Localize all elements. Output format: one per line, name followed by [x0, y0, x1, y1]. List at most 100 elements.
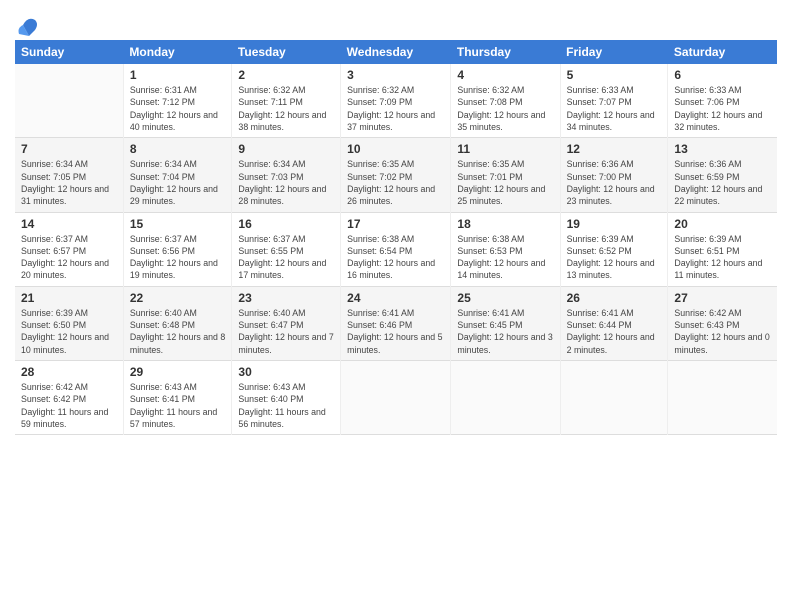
day-number: 16 — [238, 217, 334, 231]
page: SundayMondayTuesdayWednesdayThursdayFrid… — [0, 0, 792, 612]
day-info: Sunrise: 6:32 AM Sunset: 7:08 PM Dayligh… — [457, 84, 553, 133]
day-info: Sunrise: 6:37 AM Sunset: 6:56 PM Dayligh… — [130, 233, 226, 282]
calendar-cell: 8Sunrise: 6:34 AM Sunset: 7:04 PM Daylig… — [123, 138, 232, 212]
calendar-cell: 30 Sunrise: 6:43 AM Sunset: 6:40 PM Dayli… — [232, 361, 341, 435]
day-number: 23 — [238, 291, 334, 305]
day-info: Sunrise: 6:39 AM Sunset: 6:51 PM Dayligh… — [674, 233, 771, 282]
day-number: 11 — [457, 142, 553, 156]
day-number: 27 — [674, 291, 771, 305]
day-info: Sunrise: 6:38 AM Sunset: 6:53 PM Dayligh… — [457, 233, 553, 282]
day-info: Sunrise: 6:37 AM Sunset: 6:57 PM Dayligh… — [21, 233, 117, 282]
day-number: 28 — [21, 365, 117, 379]
col-header-sunday: Sunday — [15, 40, 123, 64]
day-info: Sunrise: 6:43 AM Sunset: 6:41 PM Dayligh… — [130, 381, 226, 430]
day-info: Sunrise: 6:38 AM Sunset: 6:54 PM Dayligh… — [347, 233, 444, 282]
calendar-cell: 10 Sunrise: 6:35 AM Sunset: 7:02 PM Dayli… — [341, 138, 451, 212]
day-info: Sunrise: 6:32 AM Sunset: 7:09 PM Dayligh… — [347, 84, 444, 133]
day-info: Sunrise: 6:39 AM Sunset: 6:52 PM Dayligh… — [567, 233, 662, 282]
calendar-cell: 26 Sunrise: 6:41 AM Sunset: 6:44 PM Dayli… — [560, 286, 668, 360]
day-number: 24 — [347, 291, 444, 305]
day-number: 26 — [567, 291, 662, 305]
day-number: 4 — [457, 68, 553, 82]
day-info: Sunrise: 6:41 AM Sunset: 6:46 PM Dayligh… — [347, 307, 444, 356]
col-header-saturday: Saturday — [668, 40, 777, 64]
day-number: 20 — [674, 217, 771, 231]
calendar-cell: 21Sunrise: 6:39 AM Sunset: 6:50 PM Dayli… — [15, 286, 123, 360]
calendar-cell — [451, 361, 560, 435]
day-info: Sunrise: 6:41 AM Sunset: 6:45 PM Dayligh… — [457, 307, 553, 356]
calendar-cell: 20 Sunrise: 6:39 AM Sunset: 6:51 PM Dayli… — [668, 212, 777, 286]
calendar-cell: 1 Sunrise: 6:31 AM Sunset: 7:12 PM Daylig… — [123, 64, 232, 138]
calendar-week-row: 7 Sunrise: 6:34 AM Sunset: 7:05 PM Daylig… — [15, 138, 777, 212]
day-info: Sunrise: 6:34 AM Sunset: 7:04 PM Dayligh… — [130, 158, 226, 207]
day-info: Sunrise: 6:31 AM Sunset: 7:12 PM Dayligh… — [130, 84, 226, 133]
calendar-cell: 6Sunrise: 6:33 AM Sunset: 7:06 PM Daylig… — [668, 64, 777, 138]
calendar-cell — [341, 361, 451, 435]
day-number: 15 — [130, 217, 226, 231]
calendar-cell: 2Sunrise: 6:32 AM Sunset: 7:11 PM Daylig… — [232, 64, 341, 138]
day-number: 9 — [238, 142, 334, 156]
calendar-header-row: SundayMondayTuesdayWednesdayThursdayFrid… — [15, 40, 777, 64]
calendar-cell: 17 Sunrise: 6:38 AM Sunset: 6:54 PM Dayli… — [341, 212, 451, 286]
calendar-cell: 23Sunrise: 6:40 AM Sunset: 6:47 PM Dayli… — [232, 286, 341, 360]
col-header-friday: Friday — [560, 40, 668, 64]
calendar-week-row: 1 Sunrise: 6:31 AM Sunset: 7:12 PM Daylig… — [15, 64, 777, 138]
calendar-cell: 3 Sunrise: 6:32 AM Sunset: 7:09 PM Daylig… — [341, 64, 451, 138]
calendar-cell: 22Sunrise: 6:40 AM Sunset: 6:48 PM Dayli… — [123, 286, 232, 360]
day-info: Sunrise: 6:33 AM Sunset: 7:07 PM Dayligh… — [567, 84, 662, 133]
calendar-cell — [15, 64, 123, 138]
calendar-cell: 13 Sunrise: 6:36 AM Sunset: 6:59 PM Dayli… — [668, 138, 777, 212]
calendar-cell: 14 Sunrise: 6:37 AM Sunset: 6:57 PM Dayli… — [15, 212, 123, 286]
logo-icon — [17, 14, 39, 36]
col-header-wednesday: Wednesday — [341, 40, 451, 64]
day-number: 14 — [21, 217, 117, 231]
day-info: Sunrise: 6:43 AM Sunset: 6:40 PM Dayligh… — [238, 381, 334, 430]
calendar-week-row: 28 Sunrise: 6:42 AM Sunset: 6:42 PM Dayli… — [15, 361, 777, 435]
calendar-cell: 11 Sunrise: 6:35 AM Sunset: 7:01 PM Dayli… — [451, 138, 560, 212]
col-header-monday: Monday — [123, 40, 232, 64]
day-info: Sunrise: 6:37 AM Sunset: 6:55 PM Dayligh… — [238, 233, 334, 282]
day-info: Sunrise: 6:34 AM Sunset: 7:05 PM Dayligh… — [21, 158, 117, 207]
day-number: 17 — [347, 217, 444, 231]
day-info: Sunrise: 6:41 AM Sunset: 6:44 PM Dayligh… — [567, 307, 662, 356]
day-info: Sunrise: 6:35 AM Sunset: 7:01 PM Dayligh… — [457, 158, 553, 207]
calendar-cell: 24 Sunrise: 6:41 AM Sunset: 6:46 PM Dayli… — [341, 286, 451, 360]
day-number: 3 — [347, 68, 444, 82]
day-info: Sunrise: 6:39 AM Sunset: 6:50 PM Dayligh… — [21, 307, 117, 356]
calendar: SundayMondayTuesdayWednesdayThursdayFrid… — [15, 40, 777, 435]
day-info: Sunrise: 6:36 AM Sunset: 6:59 PM Dayligh… — [674, 158, 771, 207]
calendar-cell: 25 Sunrise: 6:41 AM Sunset: 6:45 PM Dayli… — [451, 286, 560, 360]
day-number: 5 — [567, 68, 662, 82]
col-header-tuesday: Tuesday — [232, 40, 341, 64]
day-info: Sunrise: 6:33 AM Sunset: 7:06 PM Dayligh… — [674, 84, 771, 133]
col-header-thursday: Thursday — [451, 40, 560, 64]
calendar-week-row: 21Sunrise: 6:39 AM Sunset: 6:50 PM Dayli… — [15, 286, 777, 360]
day-number: 29 — [130, 365, 226, 379]
calendar-cell: 18 Sunrise: 6:38 AM Sunset: 6:53 PM Dayli… — [451, 212, 560, 286]
day-number: 10 — [347, 142, 444, 156]
calendar-cell: 7 Sunrise: 6:34 AM Sunset: 7:05 PM Daylig… — [15, 138, 123, 212]
calendar-cell: 15 Sunrise: 6:37 AM Sunset: 6:56 PM Dayli… — [123, 212, 232, 286]
calendar-cell: 5 Sunrise: 6:33 AM Sunset: 7:07 PM Daylig… — [560, 64, 668, 138]
header — [15, 10, 777, 32]
calendar-cell: 29 Sunrise: 6:43 AM Sunset: 6:41 PM Dayli… — [123, 361, 232, 435]
day-number: 1 — [130, 68, 226, 82]
calendar-cell: 16 Sunrise: 6:37 AM Sunset: 6:55 PM Dayli… — [232, 212, 341, 286]
day-number: 13 — [674, 142, 771, 156]
calendar-cell — [560, 361, 668, 435]
day-number: 30 — [238, 365, 334, 379]
logo — [15, 14, 39, 32]
day-info: Sunrise: 6:34 AM Sunset: 7:03 PM Dayligh… — [238, 158, 334, 207]
day-number: 25 — [457, 291, 553, 305]
calendar-cell: 19 Sunrise: 6:39 AM Sunset: 6:52 PM Dayli… — [560, 212, 668, 286]
day-number: 18 — [457, 217, 553, 231]
calendar-cell: 27Sunrise: 6:42 AM Sunset: 6:43 PM Dayli… — [668, 286, 777, 360]
calendar-cell: 9 Sunrise: 6:34 AM Sunset: 7:03 PM Daylig… — [232, 138, 341, 212]
day-info: Sunrise: 6:42 AM Sunset: 6:42 PM Dayligh… — [21, 381, 117, 430]
calendar-week-row: 14 Sunrise: 6:37 AM Sunset: 6:57 PM Dayli… — [15, 212, 777, 286]
day-number: 19 — [567, 217, 662, 231]
day-info: Sunrise: 6:35 AM Sunset: 7:02 PM Dayligh… — [347, 158, 444, 207]
calendar-cell: 12Sunrise: 6:36 AM Sunset: 7:00 PM Dayli… — [560, 138, 668, 212]
day-number: 12 — [567, 142, 662, 156]
day-number: 7 — [21, 142, 117, 156]
